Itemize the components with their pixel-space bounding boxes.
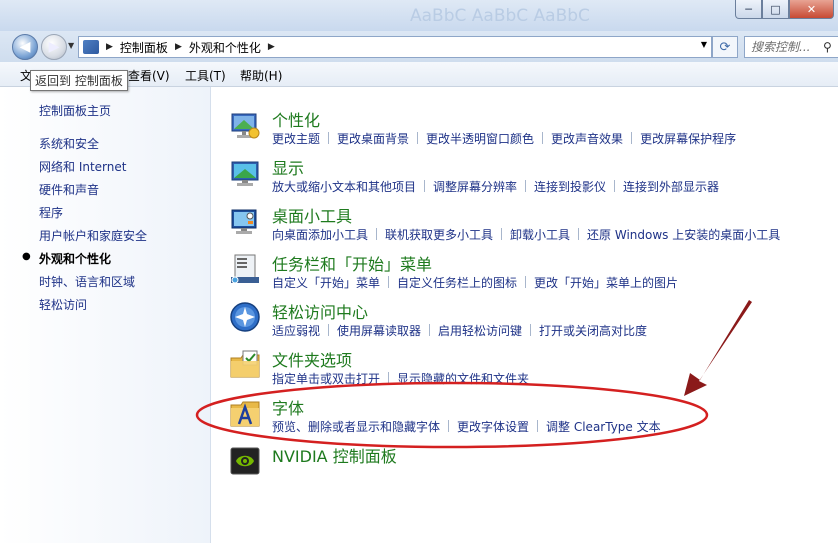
link-change-screensaver[interactable]: 更改屏幕保护程序 xyxy=(640,130,736,147)
link-adjust-cleartype[interactable]: 调整 ClearType 文本 xyxy=(546,418,661,435)
arrow-right-icon: ▶ xyxy=(48,39,60,55)
category-nvidia: NVIDIA 控制面板 xyxy=(211,445,838,493)
category-title[interactable]: 轻松访问中心 xyxy=(272,299,368,323)
category-taskbar: 任务栏和「开始」菜单 自定义「开始」菜单 自定义任务栏上的图标 更改「开始」菜单… xyxy=(211,253,838,301)
link-change-desktop-background[interactable]: 更改桌面背景 xyxy=(337,130,409,147)
category-title[interactable]: 个性化 xyxy=(272,107,320,131)
link-accessibility-keys[interactable]: 启用轻松访问键 xyxy=(438,322,522,339)
breadcrumb-appearance[interactable]: 外观和个性化 xyxy=(189,39,261,56)
forward-button[interactable]: ▶ xyxy=(41,34,67,60)
ease-of-access-icon[interactable] xyxy=(229,301,261,333)
link-get-more-gadgets[interactable]: 联机获取更多小工具 xyxy=(385,226,493,243)
refresh-icon: ⟳ xyxy=(719,39,731,55)
link-customize-taskbar-icons[interactable]: 自定义任务栏上的图标 xyxy=(397,274,517,291)
address-toolbar: ◀ ▶ ▼ ▶ 控制面板 ▶ 外观和个性化 ▶ ▼ ⟳ ⚲ xyxy=(0,31,838,62)
category-gadgets: 桌面小工具 向桌面添加小工具 联机获取更多小工具 卸载小工具 还原 Window… xyxy=(211,205,838,253)
category-links: 向桌面添加小工具 联机获取更多小工具 卸载小工具 还原 Windows 上安装的… xyxy=(272,226,780,243)
control-panel-icon xyxy=(83,40,99,54)
close-button[interactable]: ✕ xyxy=(789,0,834,19)
sidebar: 控制面板主页 系统和安全 网络和 Internet 硬件和声音 程序 用户帐户和… xyxy=(0,87,211,543)
refresh-button[interactable]: ⟳ xyxy=(712,36,738,58)
search-box[interactable]: ⚲ xyxy=(744,36,838,58)
back-button[interactable]: ◀ xyxy=(12,34,38,60)
link-adjust-resolution[interactable]: 调整屏幕分辨率 xyxy=(433,178,517,195)
sidebar-item-user-accounts[interactable]: 用户帐户和家庭安全 xyxy=(39,227,147,244)
link-change-start-menu-picture[interactable]: 更改「开始」菜单上的图片 xyxy=(534,274,678,291)
sidebar-home-link[interactable]: 控制面板主页 xyxy=(39,102,111,119)
category-display: 显示 放大或缩小文本和其他项目 调整屏幕分辨率 连接到投影仪 连接到外部显示器 xyxy=(211,157,838,205)
category-title[interactable]: 桌面小工具 xyxy=(272,203,352,227)
link-zoom-text[interactable]: 放大或缩小文本和其他项目 xyxy=(272,178,416,195)
gadgets-icon[interactable] xyxy=(229,205,261,237)
current-bullet-icon: ● xyxy=(22,251,31,262)
arrow-left-icon: ◀ xyxy=(19,39,31,55)
category-links: 更改主题 更改桌面背景 更改半透明窗口颜色 更改声音效果 更改屏幕保护程序 xyxy=(272,130,736,147)
sidebar-item-hardware-sound[interactable]: 硬件和声音 xyxy=(39,181,99,198)
sidebar-item-programs[interactable]: 程序 xyxy=(39,204,63,221)
menu-view[interactable]: 查看(V) xyxy=(128,67,170,84)
link-add-gadgets[interactable]: 向桌面添加小工具 xyxy=(272,226,368,243)
main-content: 个性化 更改主题 更改桌面背景 更改半透明窗口颜色 更改声音效果 更改屏幕保护程… xyxy=(211,87,838,543)
search-input[interactable] xyxy=(745,39,823,55)
address-dropdown-icon[interactable]: ▼ xyxy=(701,40,707,49)
menu-help[interactable]: 帮助(H) xyxy=(240,67,282,84)
sidebar-item-system-security[interactable]: 系统和安全 xyxy=(39,135,99,152)
chevron-right-icon[interactable]: ▶ xyxy=(268,42,275,52)
link-screen-reader[interactable]: 使用屏幕读取器 xyxy=(337,322,421,339)
link-restore-gadgets[interactable]: 还原 Windows 上安装的桌面小工具 xyxy=(587,226,780,243)
link-show-hidden-files[interactable]: 显示隐藏的文件和文件夹 xyxy=(397,370,529,387)
title-bar: AaBbC AaBbC AaBbC ─ □ ✕ xyxy=(0,0,838,31)
sidebar-item-appearance[interactable]: 外观和个性化 xyxy=(39,250,111,267)
category-ease-of-access: 轻松访问中心 适应弱视 使用屏幕读取器 启用轻松访问键 打开或关闭高对比度 xyxy=(211,301,838,349)
category-title[interactable]: NVIDIA 控制面板 xyxy=(272,443,397,467)
display-icon[interactable] xyxy=(229,157,261,189)
maximize-button[interactable]: □ xyxy=(762,0,789,19)
recent-pages-dropdown[interactable]: ▼ xyxy=(68,41,74,50)
link-connect-external-display[interactable]: 连接到外部显示器 xyxy=(623,178,719,195)
nvidia-icon[interactable] xyxy=(229,445,261,477)
minimize-button[interactable]: ─ xyxy=(735,0,762,19)
link-change-window-color[interactable]: 更改半透明窗口颜色 xyxy=(426,130,534,147)
sidebar-item-ease-of-access[interactable]: 轻松访问 xyxy=(39,296,87,313)
category-personalization: 个性化 更改主题 更改桌面背景 更改半透明窗口颜色 更改声音效果 更改屏幕保护程… xyxy=(211,109,838,157)
background-ghost-text: AaBbC AaBbC AaBbC xyxy=(410,6,590,26)
category-title[interactable]: 任务栏和「开始」菜单 xyxy=(272,251,432,275)
category-links: 适应弱视 使用屏幕读取器 启用轻松访问键 打开或关闭高对比度 xyxy=(272,322,647,339)
category-title[interactable]: 字体 xyxy=(272,395,304,419)
link-low-vision[interactable]: 适应弱视 xyxy=(272,322,320,339)
category-title[interactable]: 文件夹选项 xyxy=(272,347,352,371)
search-icon[interactable]: ⚲ xyxy=(823,40,832,54)
category-fonts: 字体 预览、删除或者显示和隐藏字体 更改字体设置 调整 ClearType 文本 xyxy=(211,397,838,445)
sidebar-item-clock-language[interactable]: 时钟、语言和区域 xyxy=(39,273,135,290)
category-folder-options: 文件夹选项 指定单击或双击打开 显示隐藏的文件和文件夹 xyxy=(211,349,838,397)
link-change-sounds[interactable]: 更改声音效果 xyxy=(551,130,623,147)
link-high-contrast[interactable]: 打开或关闭高对比度 xyxy=(539,322,647,339)
back-tooltip: 返回到 控制面板 xyxy=(30,70,128,91)
category-title[interactable]: 显示 xyxy=(272,155,304,179)
chevron-right-icon[interactable]: ▶ xyxy=(106,42,113,52)
link-connect-projector[interactable]: 连接到投影仪 xyxy=(534,178,606,195)
folder-options-icon[interactable] xyxy=(229,349,261,381)
window-controls: ─ □ ✕ xyxy=(735,0,834,19)
category-links: 自定义「开始」菜单 自定义任务栏上的图标 更改「开始」菜单上的图片 xyxy=(272,274,678,291)
monitor-personalize-icon[interactable] xyxy=(229,109,261,141)
link-preview-delete-fonts[interactable]: 预览、删除或者显示和隐藏字体 xyxy=(272,418,440,435)
sidebar-item-network[interactable]: 网络和 Internet xyxy=(39,158,126,175)
link-single-double-click[interactable]: 指定单击或双击打开 xyxy=(272,370,380,387)
category-links: 放大或缩小文本和其他项目 调整屏幕分辨率 连接到投影仪 连接到外部显示器 xyxy=(272,178,719,195)
link-customize-start-menu[interactable]: 自定义「开始」菜单 xyxy=(272,274,380,291)
category-links: 预览、删除或者显示和隐藏字体 更改字体设置 调整 ClearType 文本 xyxy=(272,418,661,435)
link-uninstall-gadget[interactable]: 卸载小工具 xyxy=(510,226,570,243)
link-change-theme[interactable]: 更改主题 xyxy=(272,130,320,147)
taskbar-icon[interactable] xyxy=(229,253,261,285)
breadcrumb-control-panel[interactable]: 控制面板 xyxy=(120,39,168,56)
address-bar[interactable]: ▶ 控制面板 ▶ 外观和个性化 ▶ ▼ xyxy=(78,36,712,58)
category-links: 指定单击或双击打开 显示隐藏的文件和文件夹 xyxy=(272,370,529,387)
link-change-font-settings[interactable]: 更改字体设置 xyxy=(457,418,529,435)
menu-tools[interactable]: 工具(T) xyxy=(185,67,226,84)
chevron-right-icon[interactable]: ▶ xyxy=(175,42,182,52)
fonts-icon[interactable] xyxy=(229,397,261,429)
